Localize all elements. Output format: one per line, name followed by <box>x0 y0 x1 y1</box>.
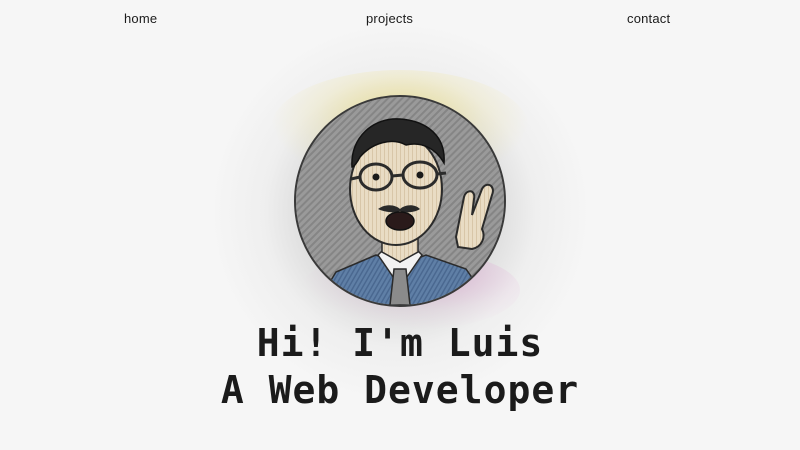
person-portrait-icon <box>296 97 504 305</box>
nav-link-home[interactable]: home <box>124 11 157 26</box>
hero-greeting: Hi! I'm Luis <box>256 321 544 365</box>
hero-role: A Web Developer <box>220 368 580 412</box>
avatar <box>294 95 506 307</box>
nav-link-contact[interactable]: contact <box>627 11 670 26</box>
